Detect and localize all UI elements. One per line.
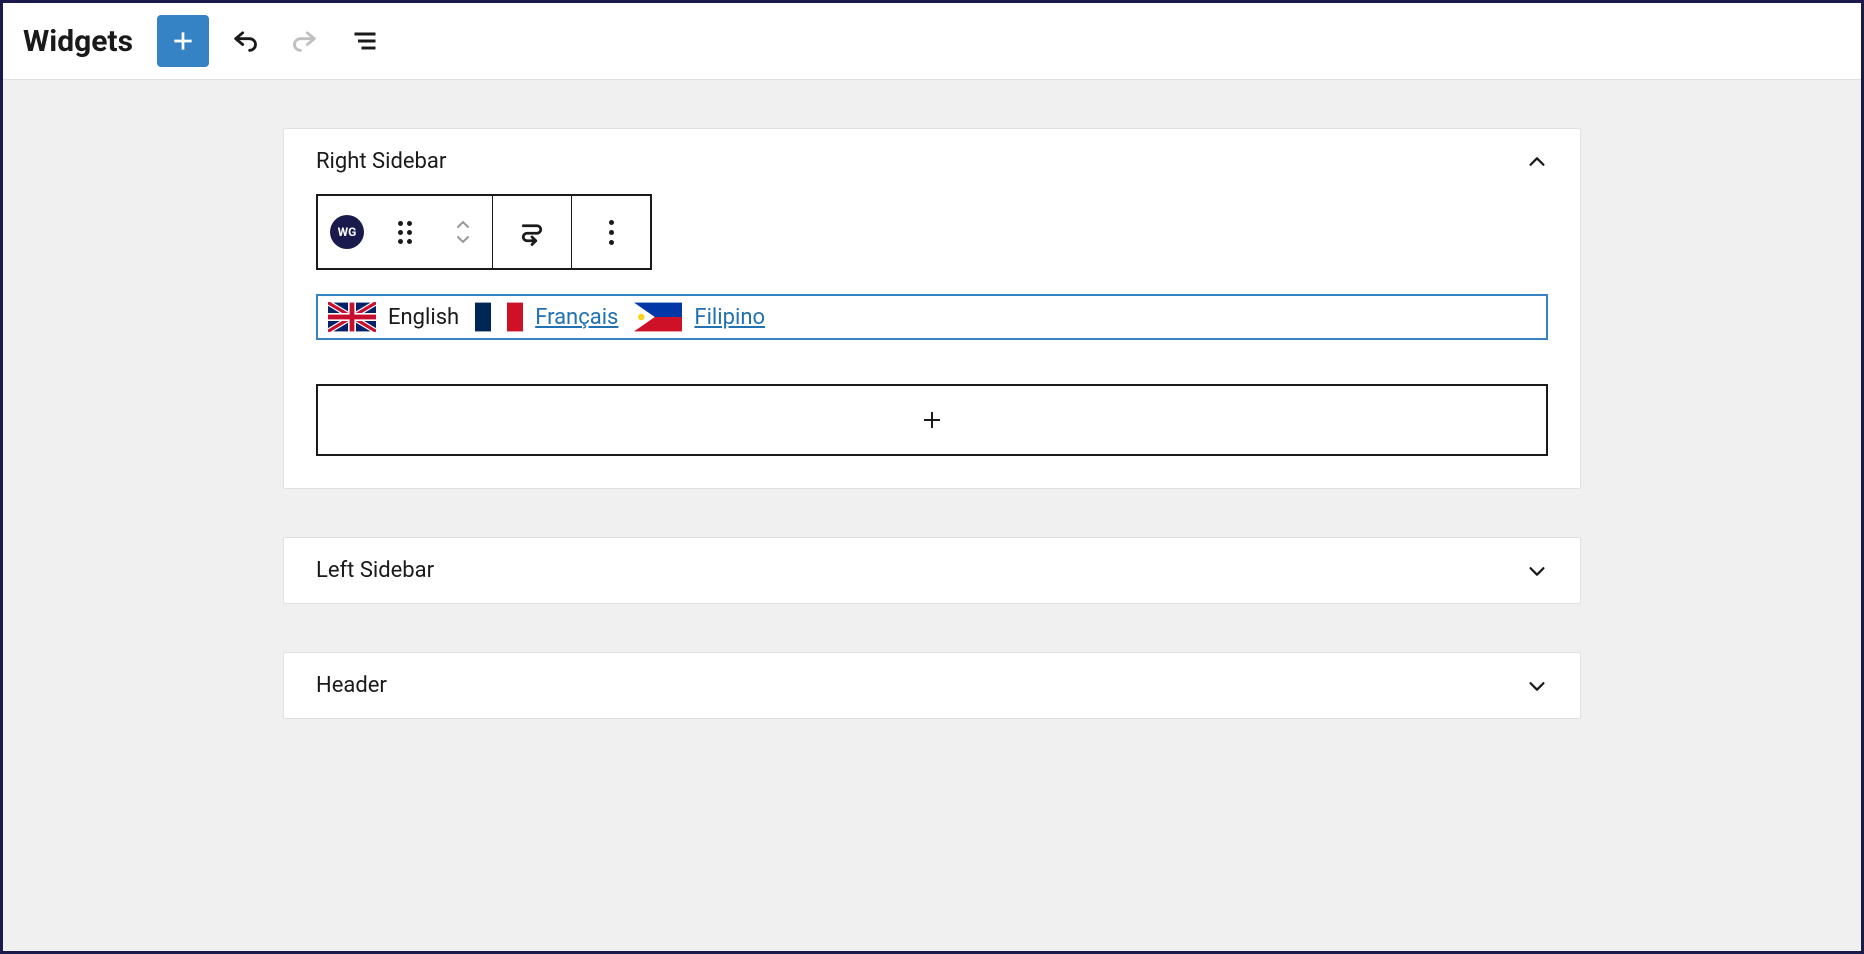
panel-title: Right Sidebar [316,149,446,174]
list-view-icon [351,27,379,55]
panel-header-left-sidebar[interactable]: Left Sidebar [284,538,1580,603]
language-link[interactable]: Français [535,305,618,330]
redo-button [281,17,329,65]
mover-buttons[interactable] [434,196,492,268]
widget-area-left-sidebar: Left Sidebar [283,537,1581,604]
add-block-toggle-button[interactable] [157,15,209,67]
widget-area-header: Header [283,652,1581,719]
flag-france-icon [475,302,523,332]
language-link[interactable]: Filipino [694,305,765,330]
undo-button[interactable] [221,17,269,65]
chevron-down-icon [1526,560,1548,582]
top-toolbar: Widgets [3,3,1861,80]
language-label: English [388,305,459,330]
widget-area-right-sidebar: Right Sidebar WG [283,128,1581,489]
undo-icon [231,27,259,55]
content-area: Right Sidebar WG [3,80,1861,767]
block-type-button[interactable]: WG [318,196,376,268]
move-to-button[interactable] [493,196,571,268]
add-block-button[interactable] [316,384,1548,456]
page-title: Widgets [23,24,133,59]
block-toolbar: WG [316,194,652,270]
chevron-down-icon [456,235,470,245]
plus-icon [920,408,944,432]
drag-handle[interactable] [376,196,434,268]
flag-uk-icon [328,302,376,332]
language-item-english[interactable]: English [328,302,459,332]
block-options-button[interactable] [572,196,650,268]
panel-header-right-sidebar[interactable]: Right Sidebar [284,129,1580,194]
list-view-button[interactable] [341,17,389,65]
panel-body-right-sidebar: WG [284,194,1580,488]
move-to-icon [517,217,547,247]
drag-icon [398,221,412,244]
flag-philippines-icon [634,302,682,332]
chevron-up-icon [456,219,470,229]
toolbar-button-group [157,15,389,67]
wg-block-icon: WG [330,215,364,249]
chevron-down-icon [1526,675,1548,697]
language-item-francais[interactable]: Français [475,302,618,332]
panel-header-header[interactable]: Header [284,653,1580,718]
chevron-up-icon [1526,151,1548,173]
panel-title: Header [316,673,387,698]
panel-title: Left Sidebar [316,558,434,583]
language-item-filipino[interactable]: Filipino [634,302,765,332]
more-vertical-icon [609,220,614,245]
redo-icon [291,27,319,55]
language-switcher-block[interactable]: English Français [316,294,1548,340]
